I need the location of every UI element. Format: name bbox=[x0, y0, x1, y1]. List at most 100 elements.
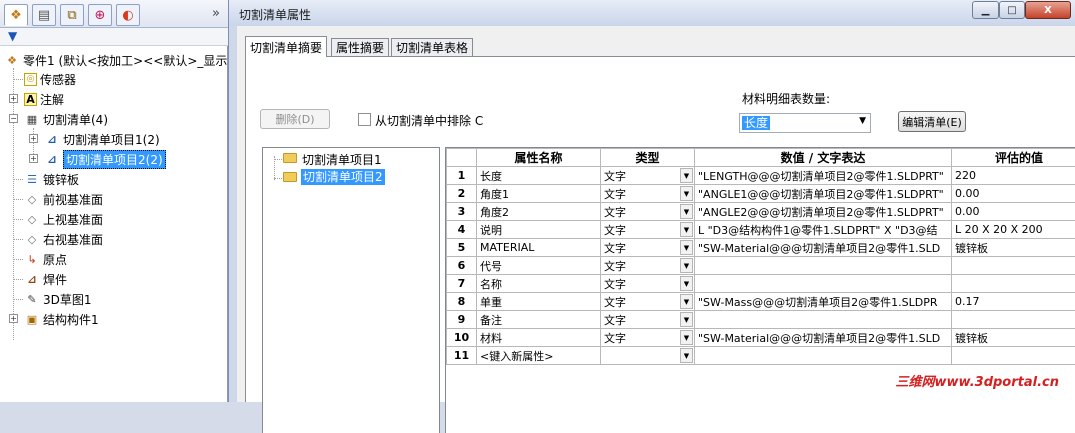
chevron-down-icon[interactable]: ▼ bbox=[680, 222, 693, 237]
tree-item-origin[interactable]: ↳ 原点 bbox=[24, 249, 67, 269]
property-name-cell[interactable]: 说明 bbox=[477, 221, 601, 239]
table-row[interactable]: 6代号文字▼ bbox=[447, 257, 1075, 275]
feature-tree-icon[interactable]: ❖ bbox=[4, 4, 28, 26]
folder-icon bbox=[283, 153, 297, 163]
type-value: 文字 bbox=[604, 242, 626, 255]
expression-cell[interactable]: "LENGTH@@@切割清单项目2@零件1.SLDPRT" bbox=[695, 167, 952, 185]
filter-icon[interactable]: ▼ bbox=[8, 29, 17, 43]
type-cell[interactable]: ▼ bbox=[601, 347, 695, 365]
minimize-button[interactable]: ▁ bbox=[972, 1, 999, 19]
display-manager-icon[interactable]: ◐ bbox=[116, 4, 140, 26]
table-row[interactable]: 9备注文字▼ bbox=[447, 311, 1075, 329]
tree-item-annotations[interactable]: A 注解 bbox=[24, 89, 64, 109]
tab-cut-list-table[interactable]: 切割清单表格 bbox=[391, 38, 473, 56]
type-cell[interactable]: 文字▼ bbox=[601, 293, 695, 311]
row-number: 8 bbox=[447, 293, 477, 311]
expression-cell[interactable] bbox=[695, 275, 952, 293]
structural-member-icon: ▣ bbox=[24, 311, 40, 327]
property-name-cell[interactable]: 角度1 bbox=[477, 185, 601, 203]
configuration-manager-icon[interactable]: ⧉ bbox=[60, 4, 84, 26]
expression-cell[interactable] bbox=[695, 347, 952, 365]
chevron-down-icon[interactable]: ▼ bbox=[680, 168, 693, 183]
tree-root-part[interactable]: ❖ 零件1 (默认<按加工><<默认>_显示 bbox=[4, 50, 227, 70]
cut-list-item-2[interactable]: 切割清单项目2 bbox=[301, 169, 385, 185]
tab-property-summary[interactable]: 属性摘要 bbox=[331, 38, 389, 56]
exclude-from-cut-list-checkbox[interactable] bbox=[358, 113, 371, 126]
table-row[interactable]: 5MATERIAL文字▼"SW-Material@@@切割清单项目2@零件1.S… bbox=[447, 239, 1075, 257]
tree-item-top-plane[interactable]: ◇ 上视基准面 bbox=[24, 209, 103, 229]
type-cell[interactable]: 文字▼ bbox=[601, 185, 695, 203]
chevron-down-icon[interactable]: ▼ bbox=[680, 330, 693, 345]
delete-button[interactable]: 删除(D) bbox=[260, 109, 330, 129]
table-row[interactable]: 3角度2文字▼"ANGLE2@@@切割清单项目2@零件1.SLDPRT"0.00 bbox=[447, 203, 1075, 221]
expander-annotations[interactable]: + bbox=[9, 94, 18, 103]
table-row[interactable]: 2角度1文字▼"ANGLE1@@@切割清单项目2@零件1.SLDPRT"0.00 bbox=[447, 185, 1075, 203]
tree-item-sensors[interactable]: ◎ 传感器 bbox=[24, 69, 76, 89]
chevron-down-icon[interactable]: ▼ bbox=[680, 348, 693, 363]
property-name-cell[interactable]: 长度 bbox=[477, 167, 601, 185]
tab-cut-list-summary[interactable]: 切割清单摘要 bbox=[245, 36, 327, 57]
property-name-cell[interactable]: 单重 bbox=[477, 293, 601, 311]
close-button[interactable]: X bbox=[1025, 1, 1071, 19]
type-cell[interactable]: 文字▼ bbox=[601, 167, 695, 185]
tree-item-weldment[interactable]: ⊿ 焊件 bbox=[24, 269, 67, 289]
chevron-down-icon[interactable]: ▼ bbox=[680, 204, 693, 219]
property-name-cell[interactable]: 材料 bbox=[477, 329, 601, 347]
chevron-down-icon[interactable]: ▼ bbox=[680, 294, 693, 309]
chevron-down-icon[interactable]: ▼ bbox=[680, 240, 693, 255]
expander-cut-list-item-2[interactable]: + bbox=[29, 154, 38, 163]
tree-item-right-plane[interactable]: ◇ 右视基准面 bbox=[24, 229, 103, 249]
type-cell[interactable]: 文字 ▼ bbox=[601, 239, 695, 257]
type-cell[interactable]: 文字▼ bbox=[601, 257, 695, 275]
chevron-down-icon[interactable]: ▼ bbox=[680, 312, 693, 327]
table-row[interactable]: 11<键入新属性>▼ bbox=[447, 347, 1075, 365]
chevron-down-icon[interactable]: ▼ bbox=[680, 258, 693, 273]
table-row[interactable]: 8单重文字▼"SW-Mass@@@切割清单项目2@零件1.SLDPR0.17 bbox=[447, 293, 1075, 311]
expand-panel-icon[interactable]: » bbox=[212, 6, 220, 21]
type-cell[interactable]: 文字▼ bbox=[601, 221, 695, 239]
tree-item-structural-member[interactable]: ▣ 结构构件1 bbox=[24, 309, 99, 329]
type-cell[interactable]: 文字▼ bbox=[601, 311, 695, 329]
maximize-button[interactable]: □ bbox=[999, 1, 1025, 19]
cut-list-icon: ▦ bbox=[24, 111, 40, 127]
type-cell[interactable]: 文字▼ bbox=[601, 329, 695, 347]
expression-cell[interactable]: "SW-Mass@@@切割清单项目2@零件1.SLDPR bbox=[695, 293, 952, 311]
table-row[interactable]: 7名称文字▼ bbox=[447, 275, 1075, 293]
table-row[interactable]: 10材料文字▼"SW-Material@@@切割清单项目2@零件1.SLD镀锌板 bbox=[447, 329, 1075, 347]
cut-list-item-1[interactable]: 切割清单项目1 bbox=[302, 151, 382, 168]
property-name-cell[interactable]: <键入新属性> bbox=[477, 347, 601, 365]
tree-item-cut-list-item-2[interactable]: ⊿ 切割清单项目2(2) bbox=[44, 149, 166, 169]
weldment-icon: ⊿ bbox=[24, 271, 40, 287]
tree-item-3d-sketch[interactable]: ✎ 3D草图1 bbox=[24, 289, 92, 309]
column-header: 数值 / 文字表达 bbox=[695, 149, 952, 167]
edit-list-button[interactable]: 编辑清单(E) bbox=[898, 111, 966, 132]
tree-item-cut-list-item-1[interactable]: ⊿ 切割清单项目1(2) bbox=[44, 129, 160, 149]
dimxpert-icon[interactable]: ⊕ bbox=[88, 4, 112, 26]
property-name-cell[interactable]: MATERIAL bbox=[477, 239, 601, 257]
property-name-cell[interactable]: 名称 bbox=[477, 275, 601, 293]
expander-cut-list-item-1[interactable]: + bbox=[29, 134, 38, 143]
expression-cell[interactable]: "SW-Material@@@切割清单项目2@零件1.SLD bbox=[695, 239, 952, 257]
tree-item-cut-list[interactable]: ▦ 切割清单(4) bbox=[24, 109, 108, 129]
table-row[interactable]: 1长度文字▼"LENGTH@@@切割清单项目2@零件1.SLDPRT"220 bbox=[447, 167, 1075, 185]
expression-cell[interactable]: "SW-Material@@@切割清单项目2@零件1.SLD bbox=[695, 329, 952, 347]
property-name-cell[interactable]: 备注 bbox=[477, 311, 601, 329]
expression-cell[interactable] bbox=[695, 311, 952, 329]
property-name-cell[interactable]: 代号 bbox=[477, 257, 601, 275]
property-manager-icon[interactable]: ▤ bbox=[32, 4, 56, 26]
expander-structural-member[interactable]: + bbox=[9, 314, 18, 323]
type-cell[interactable]: 文字▼ bbox=[601, 275, 695, 293]
chevron-down-icon[interactable]: ▼ bbox=[680, 276, 693, 291]
expression-cell[interactable] bbox=[695, 257, 952, 275]
tree-item-front-plane[interactable]: ◇ 前视基准面 bbox=[24, 189, 103, 209]
property-name-cell[interactable]: 角度2 bbox=[477, 203, 601, 221]
expression-cell[interactable]: "ANGLE2@@@切割清单项目2@零件1.SLDPRT" bbox=[695, 203, 952, 221]
expression-cell[interactable]: L "D3@结构构件1@零件1.SLDPRT" X "D3@结 bbox=[695, 221, 952, 239]
expander-cut-list[interactable]: − bbox=[9, 114, 18, 123]
expression-cell[interactable]: "ANGLE1@@@切割清单项目2@零件1.SLDPRT" bbox=[695, 185, 952, 203]
type-cell[interactable]: 文字▼ bbox=[601, 203, 695, 221]
table-row[interactable]: 4说明文字▼L "D3@结构构件1@零件1.SLDPRT" X "D3@结L 2… bbox=[447, 221, 1075, 239]
tree-item-material[interactable]: ☰ 镀锌板 bbox=[24, 169, 79, 189]
bom-quantity-select[interactable]: 长度 ▼ bbox=[739, 113, 871, 133]
chevron-down-icon[interactable]: ▼ bbox=[680, 186, 693, 201]
